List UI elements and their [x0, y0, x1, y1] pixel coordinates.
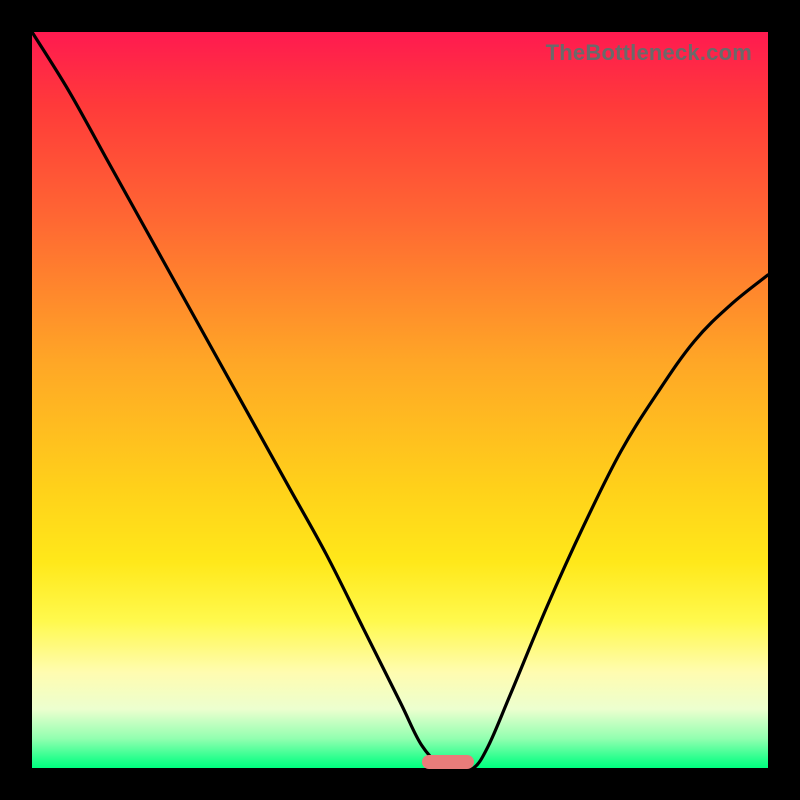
optimal-range-marker	[422, 755, 474, 769]
chart-container: TheBottleneck.com	[0, 0, 800, 800]
plot-area: TheBottleneck.com	[32, 32, 768, 768]
watermark-text: TheBottleneck.com	[546, 40, 752, 66]
bottleneck-curve	[32, 32, 768, 768]
